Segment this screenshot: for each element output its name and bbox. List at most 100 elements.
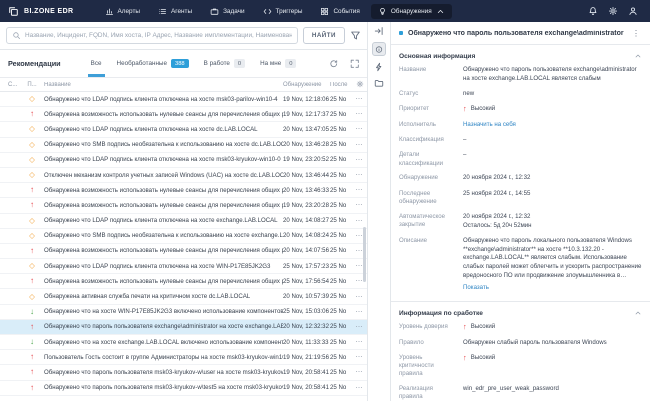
priority-up-icon: ↑ bbox=[463, 105, 467, 113]
table-row[interactable]: ◇Обнаружено что LDAP подпись клиента отк… bbox=[0, 92, 367, 107]
nav-item-alerts[interactable]: Алерты bbox=[98, 4, 147, 19]
section-header[interactable]: Информация по сработке bbox=[391, 302, 650, 323]
row-priority-cell: ◇ bbox=[20, 232, 44, 240]
detail-field: ИсполнительНазначить на себя bbox=[399, 121, 642, 130]
priority-diamond-icon: ◇ bbox=[29, 216, 35, 225]
table-row[interactable]: ◇Обнаружено что LDAP подпись клиента отк… bbox=[0, 214, 367, 229]
row-menu-button[interactable]: ⋯ bbox=[352, 156, 367, 164]
refresh-icon[interactable] bbox=[329, 59, 339, 69]
search-input[interactable] bbox=[25, 32, 292, 39]
table-row[interactable]: ◇Обнаружено что LDAP подпись клиента отк… bbox=[0, 153, 367, 168]
table-row[interactable]: ↓Обнаружено что на хосте exchange.LAB.LO… bbox=[0, 335, 367, 350]
priority-up-icon: ↑ bbox=[30, 276, 34, 285]
table-row[interactable]: ◇Отключен механизм контроля учетных запи… bbox=[0, 168, 367, 183]
row-menu-button[interactable]: ⋯ bbox=[352, 323, 367, 331]
priority-up-icon: ↑ bbox=[463, 323, 467, 331]
table-row[interactable]: ◇Обнаружено что SMB подпись необязательн… bbox=[0, 229, 367, 244]
nav-item-triggers[interactable]: Триггеры bbox=[256, 4, 310, 19]
table-row[interactable]: ◇Обнаружена активная служба печати на кр… bbox=[0, 289, 367, 304]
field-value: ↑Высокий bbox=[463, 105, 642, 114]
row-menu-button[interactable]: ⋯ bbox=[352, 95, 367, 103]
tab-unprocessed[interactable]: Необработанные388 bbox=[117, 50, 189, 77]
field-label: Название bbox=[399, 66, 455, 84]
row-menu-button[interactable]: ⋯ bbox=[352, 201, 367, 209]
info-tool-active[interactable] bbox=[372, 42, 386, 56]
row-menu-button[interactable]: ⋯ bbox=[352, 171, 367, 179]
assign-to-me-link[interactable]: Назначить на себя bbox=[463, 121, 642, 130]
row-menu-button[interactable]: ⋯ bbox=[352, 110, 367, 118]
table-row[interactable]: ↑Обнаружена возможность использовать нул… bbox=[0, 198, 367, 213]
table-row[interactable]: ↑Обнаружена возможность использовать нул… bbox=[0, 107, 367, 122]
gear-icon[interactable] bbox=[608, 6, 618, 16]
folder-icon[interactable] bbox=[374, 78, 384, 88]
detail-field: НазваниеОбнаружено что пароль пользовате… bbox=[399, 66, 642, 84]
nav-item-tasks[interactable]: Задачи bbox=[203, 4, 251, 19]
detail-menu-button[interactable]: ⋮ bbox=[630, 29, 642, 38]
row-menu-button[interactable]: ⋯ bbox=[352, 125, 367, 133]
bolt-icon[interactable] bbox=[374, 62, 384, 72]
row-priority-cell: ↑ bbox=[20, 186, 44, 194]
row-name: Обнаружено что LDAP подпись клиента откл… bbox=[44, 156, 283, 163]
column-severity[interactable]: С... bbox=[0, 82, 20, 88]
row-menu-button[interactable]: ⋯ bbox=[352, 308, 367, 316]
table-row[interactable]: ◇Обнаружено что LDAP подпись клиента отк… bbox=[0, 122, 367, 137]
tab-in-progress[interactable]: В работе0 bbox=[204, 50, 245, 77]
show-more-link[interactable]: Показать bbox=[463, 284, 642, 293]
nav-item-events[interactable]: События bbox=[313, 4, 366, 19]
row-menu-button[interactable]: ⋯ bbox=[352, 368, 367, 376]
field-label: Статус bbox=[399, 90, 455, 99]
table-row[interactable]: ↑Обнаружена возможность использовать нул… bbox=[0, 244, 367, 259]
row-name: Обнаружена активная служба печати на кри… bbox=[44, 293, 283, 300]
scrollbar-thumb[interactable] bbox=[363, 227, 366, 282]
section-title: Основная информация bbox=[399, 53, 475, 60]
table-row[interactable]: ↑Обнаружена возможность использовать нул… bbox=[0, 183, 367, 198]
table-row[interactable]: ↑Обнаружена возможность использовать нул… bbox=[0, 274, 367, 289]
nav-item-agents[interactable]: Агенты bbox=[151, 4, 199, 19]
detail-field: Статусnew bbox=[399, 90, 642, 99]
row-menu-button[interactable]: ⋯ bbox=[352, 186, 367, 194]
row-detected: 20 Nov, 14:07:56 bbox=[283, 247, 330, 254]
tab-all[interactable]: Все bbox=[91, 50, 102, 77]
table-row[interactable]: ↑Обнаружено что пароль пользователя exch… bbox=[0, 320, 367, 335]
row-priority-cell: ◇ bbox=[20, 95, 44, 103]
row-menu-button[interactable]: ⋯ bbox=[352, 293, 367, 301]
nav-item-detections[interactable]: Обнаружения bbox=[371, 4, 452, 19]
table-row[interactable]: ↑Обнаружено что пароль пользователя msk0… bbox=[0, 365, 367, 380]
filter-funnel-icon[interactable] bbox=[350, 30, 361, 41]
column-detected[interactable]: Обнаружение bbox=[283, 82, 330, 88]
row-name: Обнаружена возможность использовать нуле… bbox=[44, 247, 283, 254]
tab-on-me[interactable]: На мне0 bbox=[260, 50, 296, 77]
chevup-icon[interactable] bbox=[634, 52, 642, 60]
collapse-icon[interactable] bbox=[374, 26, 384, 36]
table-row[interactable]: ↑Пользователь Гость состоит в группе Адм… bbox=[0, 350, 367, 365]
field-value: win_edr_pre_user_weak_password bbox=[463, 385, 642, 401]
row-name: Пользователь Гость состоит в группе Адми… bbox=[44, 354, 283, 361]
row-name: Обнаружено что LDAP подпись клиента откл… bbox=[44, 96, 283, 103]
nav-label: Обнаружения bbox=[391, 8, 432, 15]
table-row[interactable]: ↓Обнаружено что на хосте WIN-P17E85JK2G3… bbox=[0, 305, 367, 320]
column-name[interactable]: Название bbox=[44, 82, 283, 88]
column-priority[interactable]: П... bbox=[20, 82, 44, 88]
table-row[interactable]: ◇Обнаружено что LDAP подпись клиента отк… bbox=[0, 259, 367, 274]
bell-icon[interactable] bbox=[588, 6, 598, 16]
chevup-icon[interactable] bbox=[634, 309, 642, 317]
field-value: – bbox=[463, 136, 642, 145]
row-after: 25 No bbox=[330, 156, 352, 163]
user-icon[interactable] bbox=[628, 6, 638, 16]
column-settings-gear-icon[interactable] bbox=[356, 80, 364, 88]
row-menu-button[interactable]: ⋯ bbox=[352, 353, 367, 361]
row-menu-button[interactable]: ⋯ bbox=[352, 141, 367, 149]
table-row[interactable]: ◇Обнаружено что SMB подпись необязательн… bbox=[0, 138, 367, 153]
column-after[interactable]: После bbox=[330, 82, 352, 88]
row-after: 25 No bbox=[330, 111, 352, 118]
find-button[interactable]: НАЙТИ bbox=[303, 27, 345, 44]
row-menu-button[interactable]: ⋯ bbox=[352, 217, 367, 225]
expand-icon[interactable] bbox=[350, 59, 360, 69]
section-header[interactable]: Основная информация bbox=[391, 45, 650, 66]
field-label: Приоритет bbox=[399, 105, 455, 114]
row-after: 25 No bbox=[330, 308, 352, 315]
table-row[interactable]: ↑Обнаружено что пароль пользователя msk0… bbox=[0, 381, 367, 396]
row-menu-button[interactable]: ⋯ bbox=[352, 338, 367, 346]
row-menu-button[interactable]: ⋯ bbox=[352, 384, 367, 392]
priority-diamond-icon: ◇ bbox=[29, 261, 35, 270]
